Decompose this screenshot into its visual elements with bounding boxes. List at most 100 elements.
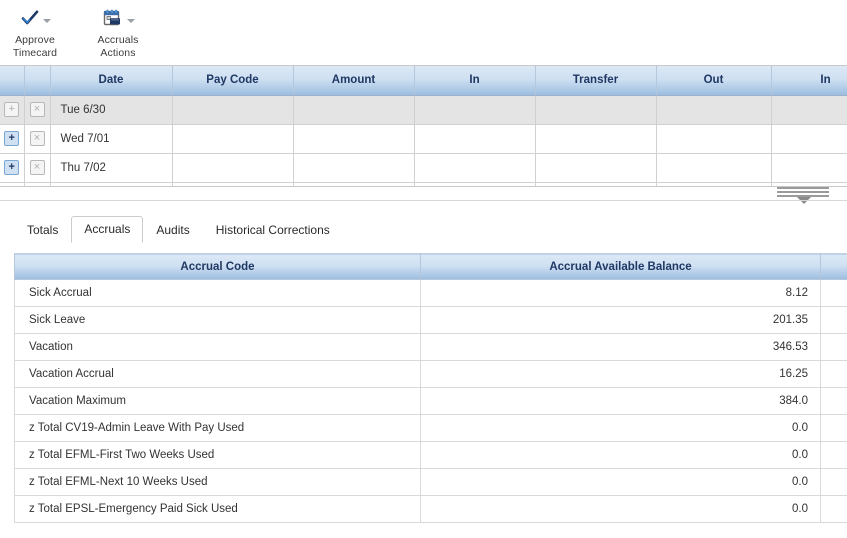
timecard-application: Approve Timecard Accruals Actions Date P… bbox=[0, 0, 847, 538]
table-row[interactable]: + × Wed 7/01 bbox=[0, 124, 847, 154]
table-row[interactable]: z Total EPSL-Emergency Paid Sick Used 0.… bbox=[14, 495, 847, 523]
accrual-balance-cell: 201.35 bbox=[420, 306, 821, 334]
approve-timecard-label-line2: Timecard bbox=[12, 46, 58, 59]
accrual-extra-cell bbox=[820, 306, 847, 334]
chevron-down-icon[interactable] bbox=[42, 19, 51, 23]
tab-bar: Totals Accruals Audits Historical Correc… bbox=[0, 215, 847, 243]
table-row[interactable]: + × Thu 7/02 bbox=[0, 153, 847, 183]
tab-totals[interactable]: Totals bbox=[14, 217, 71, 243]
toolbar: Approve Timecard Accruals Actions bbox=[0, 0, 847, 66]
timecard-col-paycode[interactable]: Pay Code bbox=[172, 66, 294, 96]
timecard-col-date[interactable]: Date bbox=[50, 66, 173, 96]
accruals-panel: Accrual Code Accrual Available Balance S… bbox=[14, 253, 847, 523]
accrual-code-cell: z Total CV19-Admin Leave With Pay Used bbox=[14, 414, 421, 442]
accrual-code-cell: Vacation Maximum bbox=[14, 387, 421, 415]
timecard-paycode-cell[interactable] bbox=[172, 153, 294, 183]
add-row-button[interactable]: + bbox=[4, 160, 20, 175]
delete-row-button[interactable]: × bbox=[29, 160, 45, 175]
timecard-add-cell: + bbox=[0, 124, 25, 154]
timecard-in2-cell[interactable] bbox=[771, 153, 847, 183]
table-row[interactable]: Vacation Maximum 384.0 bbox=[14, 387, 847, 415]
timecard-date-cell[interactable]: Thu 7/02 bbox=[50, 153, 173, 183]
delete-row-button[interactable]: × bbox=[29, 102, 45, 117]
timecard-amount-cell[interactable] bbox=[293, 95, 415, 125]
tab-historical-corrections[interactable]: Historical Corrections bbox=[203, 217, 343, 243]
timecard-out-cell[interactable] bbox=[656, 153, 772, 183]
accruals-col-extra[interactable] bbox=[820, 253, 847, 280]
timecard-body: + × Tue 6/30 + × Wed 7/01 + × Thu 7/02 bbox=[0, 95, 847, 194]
table-row[interactable]: z Total CV19-Admin Leave With Pay Used 0… bbox=[14, 414, 847, 442]
tab-audits[interactable]: Audits bbox=[143, 217, 202, 243]
chevron-down-icon[interactable] bbox=[126, 19, 135, 23]
table-row[interactable]: z Total EFML-First Two Weeks Used 0.0 bbox=[14, 441, 847, 469]
table-row[interactable]: + × Tue 6/30 bbox=[0, 95, 847, 125]
table-row[interactable]: Sick Leave 201.35 bbox=[14, 306, 847, 334]
timecard-in2-cell[interactable] bbox=[771, 124, 847, 154]
splitter-line-top bbox=[0, 186, 847, 187]
timecard-in2-cell[interactable] bbox=[771, 95, 847, 125]
timecard-in-cell[interactable] bbox=[414, 124, 536, 154]
timecard-out-cell[interactable] bbox=[656, 124, 772, 154]
accrual-extra-cell bbox=[820, 360, 847, 388]
accruals-col-balance[interactable]: Accrual Available Balance bbox=[420, 253, 821, 280]
timecard-transfer-cell[interactable] bbox=[535, 153, 657, 183]
timecard-col-amount[interactable]: Amount bbox=[293, 66, 415, 96]
accrual-balance-cell: 0.0 bbox=[420, 414, 821, 442]
timecard-col-delete[interactable] bbox=[24, 66, 51, 96]
accrual-balance-cell: 8.12 bbox=[420, 279, 821, 307]
accrual-extra-cell bbox=[820, 387, 847, 415]
accruals-table: Accrual Code Accrual Available Balance S… bbox=[14, 253, 847, 523]
timecard-in-cell[interactable] bbox=[414, 95, 536, 125]
accrual-balance-cell: 384.0 bbox=[420, 387, 821, 415]
approve-timecard-label-line1: Approve bbox=[15, 34, 55, 46]
timecard-amount-cell[interactable] bbox=[293, 124, 415, 154]
table-row[interactable]: Sick Accrual 8.12 bbox=[14, 279, 847, 307]
accrual-balance-cell: 16.25 bbox=[420, 360, 821, 388]
table-row[interactable]: Vacation 346.53 bbox=[14, 333, 847, 361]
accrual-extra-cell bbox=[820, 468, 847, 496]
timecard-out-cell[interactable] bbox=[656, 95, 772, 125]
accrual-code-cell: z Total EPSL-Emergency Paid Sick Used bbox=[14, 495, 421, 523]
checkmark-icon bbox=[21, 10, 38, 25]
accrual-code-cell: Vacation bbox=[14, 333, 421, 361]
approve-timecard-label: Approve Timecard bbox=[13, 34, 57, 59]
timecard-col-add[interactable] bbox=[0, 66, 25, 96]
timecard-delete-cell: × bbox=[24, 124, 51, 154]
timecard-delete-cell: × bbox=[24, 95, 51, 125]
panel-splitter[interactable] bbox=[0, 186, 847, 208]
timecard-add-cell: + bbox=[0, 95, 25, 125]
accrual-balance-cell: 0.0 bbox=[420, 495, 821, 523]
timecard-in-cell[interactable] bbox=[414, 153, 536, 183]
accruals-actions-button[interactable]: Accruals Actions bbox=[89, 0, 147, 59]
timecard-col-in[interactable]: In bbox=[414, 66, 536, 96]
timecard-date-cell[interactable]: Tue 6/30 bbox=[50, 95, 173, 125]
accrual-extra-cell bbox=[820, 495, 847, 523]
timecard-paycode-cell[interactable] bbox=[172, 95, 294, 125]
delete-row-button[interactable]: × bbox=[29, 131, 45, 146]
accrual-code-cell: z Total EFML-Next 10 Weeks Used bbox=[14, 468, 421, 496]
timecard-col-out[interactable]: Out bbox=[656, 66, 772, 96]
add-row-button[interactable]: + bbox=[4, 102, 20, 117]
accruals-header-row: Accrual Code Accrual Available Balance bbox=[14, 253, 847, 280]
calendar-actions-icon bbox=[103, 9, 120, 26]
timecard-paycode-cell[interactable] bbox=[172, 124, 294, 154]
approve-timecard-button[interactable]: Approve Timecard bbox=[6, 0, 64, 59]
accruals-col-code[interactable]: Accrual Code bbox=[14, 253, 421, 280]
timecard-grid[interactable]: Date Pay Code Amount In Transfer Out In … bbox=[0, 66, 847, 194]
timecard-transfer-cell[interactable] bbox=[535, 95, 657, 125]
table-row[interactable]: Vacation Accrual 16.25 bbox=[14, 360, 847, 388]
accruals-actions-label: Accruals Actions bbox=[97, 34, 138, 59]
bottom-tabs: Totals Accruals Audits Historical Correc… bbox=[0, 215, 847, 243]
accrual-extra-cell bbox=[820, 414, 847, 442]
timecard-date-cell[interactable]: Wed 7/01 bbox=[50, 124, 173, 154]
tab-accruals[interactable]: Accruals bbox=[71, 216, 144, 243]
add-row-button[interactable]: + bbox=[4, 131, 20, 146]
timecard-col-in-2[interactable]: In bbox=[771, 66, 847, 96]
timecard-amount-cell[interactable] bbox=[293, 153, 415, 183]
table-row[interactable]: z Total EFML-Next 10 Weeks Used 0.0 bbox=[14, 468, 847, 496]
approve-timecard-icon-row bbox=[20, 6, 51, 30]
timecard-transfer-cell[interactable] bbox=[535, 124, 657, 154]
timecard-col-transfer[interactable]: Transfer bbox=[535, 66, 657, 96]
accrual-extra-cell bbox=[820, 333, 847, 361]
accrual-code-cell: Vacation Accrual bbox=[14, 360, 421, 388]
